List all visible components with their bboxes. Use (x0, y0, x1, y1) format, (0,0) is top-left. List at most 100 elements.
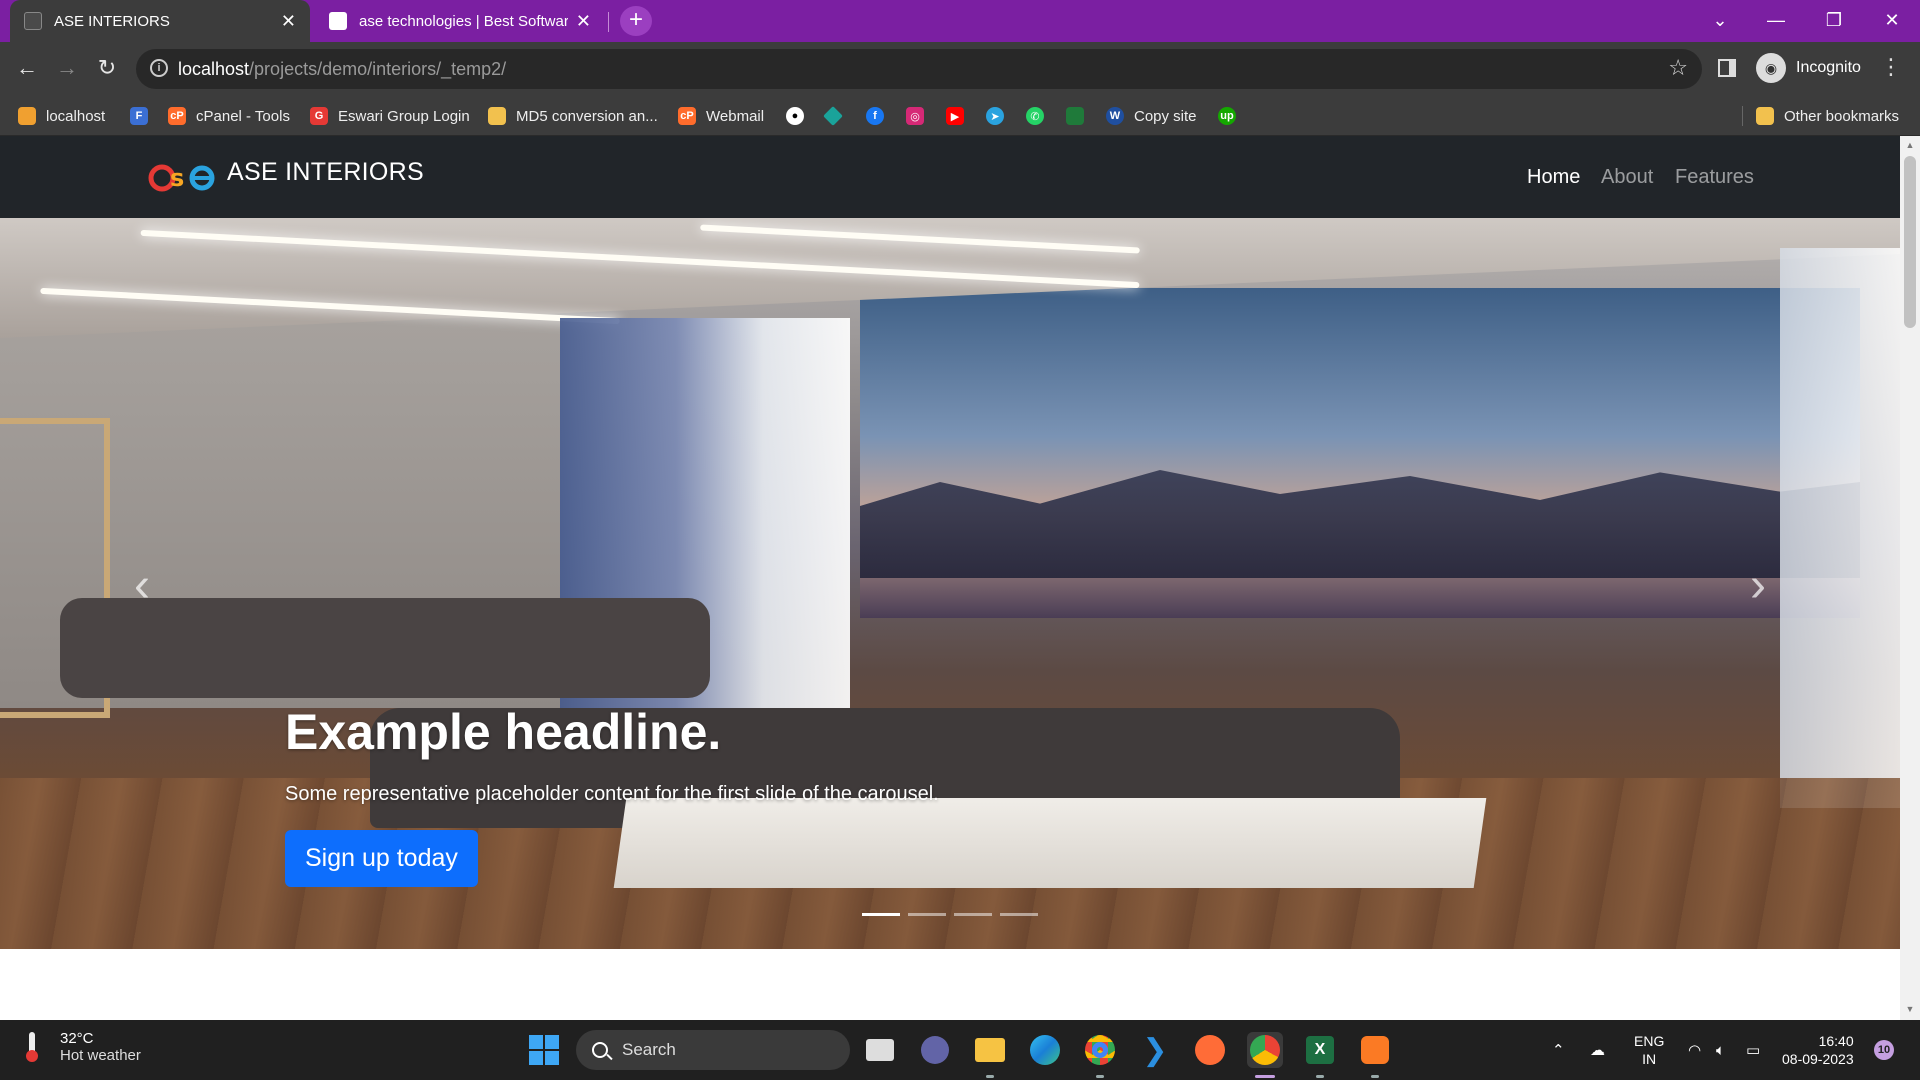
restore-button[interactable]: ❐ (1806, 0, 1862, 42)
scroll-down-icon[interactable]: ▼ (1904, 1004, 1916, 1016)
postman-icon[interactable] (1192, 1032, 1228, 1068)
scrollbar-thumb[interactable] (1904, 156, 1916, 328)
sign-up-button[interactable]: Sign up today (285, 830, 478, 887)
bookmark-label: Copy site (1134, 107, 1197, 125)
reload-button[interactable]: ↻ (90, 52, 124, 86)
excel-icon[interactable]: X (1302, 1032, 1338, 1068)
bookmark-sheet[interactable] (1066, 104, 1094, 128)
new-tab-button[interactable]: + (620, 6, 652, 36)
volume-icon[interactable]: 🔈︎ (1716, 1020, 1725, 1080)
chrome-icon[interactable] (1082, 1032, 1118, 1068)
file-explorer-icon[interactable] (972, 1032, 1008, 1068)
tab-title: ASE INTERIORS (54, 12, 170, 30)
other-bookmarks[interactable]: Other bookmarks (1756, 104, 1899, 128)
carousel-text: Some representative placeholder content … (285, 783, 939, 805)
carousel-prev-button[interactable]: ‹ (122, 558, 162, 618)
close-tab-icon[interactable]: ✕ (281, 11, 296, 32)
weather-temp: 32°C (60, 1030, 94, 1047)
site-navbar: s ASE INTERIORS Home About Features (0, 136, 1900, 218)
nav-about-link[interactable]: About (1601, 166, 1653, 189)
bookmark-upwork[interactable]: up (1218, 104, 1246, 128)
bookmark-localhost[interactable]: localhost (18, 104, 105, 128)
address-bar[interactable]: i localhost/projects/demo/interiors/_tem… (136, 49, 1702, 89)
incognito-profile-button[interactable]: ◉ Incognito (1752, 48, 1875, 88)
thermometer-icon (24, 1032, 40, 1062)
browser-menu-icon[interactable]: ⋮ (1880, 54, 1902, 80)
ase-tech-favicon-icon (329, 12, 347, 30)
bookmark-cpanel[interactable]: cP cPanel - Tools (168, 104, 290, 128)
diamond-icon (823, 106, 843, 126)
edge-icon[interactable] (1027, 1032, 1063, 1068)
show-hidden-icons[interactable]: ⌃ (1552, 1020, 1565, 1080)
folder-icon (1756, 107, 1774, 125)
battery-icon[interactable]: ▭ (1746, 1020, 1760, 1080)
facebook-icon: f (866, 107, 884, 125)
carousel-indicator-4[interactable] (1000, 913, 1038, 916)
incognito-label: Incognito (1796, 59, 1861, 76)
tab-search-icon[interactable]: ⌄ (1692, 0, 1748, 42)
vscode-icon[interactable]: ❯ (1137, 1032, 1173, 1068)
teams-icon[interactable] (917, 1032, 953, 1068)
notification-badge[interactable]: 10 (1874, 1040, 1894, 1060)
bookmark-f[interactable]: F (130, 104, 158, 128)
bookmark-whatsapp[interactable]: ✆ (1026, 104, 1054, 128)
tab-ase-interiors[interactable]: ASE INTERIORS ✕ (10, 0, 310, 42)
bookmark-label: Webmail (706, 107, 765, 125)
language-indicator[interactable]: ENG IN (1634, 1032, 1664, 1068)
carousel-next-button[interactable]: › (1738, 558, 1778, 618)
carousel-indicator-2[interactable] (908, 913, 946, 916)
tab-title: ase technologies | Best Software (359, 12, 568, 30)
bookmark-webmail[interactable]: cP Webmail (678, 104, 764, 128)
site-info-icon[interactable]: i (150, 59, 168, 77)
lang-top: ENG (1634, 1033, 1665, 1049)
side-panel-icon[interactable] (1718, 59, 1736, 77)
site-brand[interactable]: ASE INTERIORS (227, 158, 424, 187)
page-scrollbar[interactable]: ▲ ▼ (1900, 136, 1920, 1020)
tab-strip: ASE INTERIORS ✕ ase technologies | Best … (0, 0, 1920, 42)
bookmarks-divider (1742, 106, 1743, 126)
bookmark-md5[interactable]: MD5 conversion an... (488, 104, 658, 128)
bookmark-instagram[interactable]: ◎ (906, 104, 934, 128)
running-indicator (1316, 1075, 1324, 1078)
bookmark-youtube[interactable]: ▶ (946, 104, 974, 128)
nav-features-link[interactable]: Features (1675, 166, 1754, 189)
browser-toolbar: ← → ↻ i localhost/projects/demo/interior… (0, 42, 1920, 96)
ase-favicon-icon (24, 12, 42, 30)
wifi-icon[interactable]: ◠ (1688, 1020, 1701, 1080)
github-icon: ● (786, 107, 804, 125)
system-clock[interactable]: 16:40 08-09-2023 (1782, 1032, 1854, 1068)
ase-logo-icon[interactable]: s (148, 156, 216, 194)
telegram-icon: ➤ (986, 107, 1004, 125)
youtube-icon: ▶ (946, 107, 964, 125)
bookmark-telegram[interactable]: ➤ (986, 104, 1014, 128)
bookmark-copy-site[interactable]: W Copy site (1106, 104, 1197, 128)
task-view-icon[interactable] (862, 1032, 898, 1068)
forward-button[interactable]: → (50, 52, 84, 86)
close-window-button[interactable]: ✕ (1864, 0, 1920, 42)
carousel-indicator-3[interactable] (954, 913, 992, 916)
taskbar-search[interactable]: Search (576, 1030, 850, 1070)
running-indicator (1096, 1075, 1104, 1078)
weather-widget[interactable]: 32°C Hot weather (24, 1030, 141, 1064)
url-text[interactable]: localhost/projects/demo/interiors/_temp2… (178, 59, 506, 80)
tab-ase-technologies[interactable]: ase technologies | Best Software ✕ (315, 0, 605, 42)
instagram-icon: ◎ (906, 107, 924, 125)
scroll-up-icon[interactable]: ▲ (1904, 140, 1916, 152)
back-button[interactable]: ← (10, 52, 44, 86)
xampp-icon[interactable] (1357, 1032, 1393, 1068)
taskbar-search-label: Search (622, 1040, 676, 1059)
bookmark-eswari[interactable]: G Eswari Group Login (310, 104, 470, 128)
close-tab-icon[interactable]: ✕ (576, 11, 591, 32)
bookmark-diamond[interactable] (823, 104, 850, 128)
nav-home-link[interactable]: Home (1527, 166, 1580, 189)
carousel-indicator-1[interactable] (862, 913, 900, 916)
svg-text:s: s (170, 164, 184, 192)
start-button[interactable] (526, 1032, 562, 1068)
bookmark-star-icon[interactable]: ☆ (1668, 55, 1688, 81)
bookmark-facebook[interactable]: f (866, 104, 894, 128)
bookmark-github[interactable]: ● (786, 104, 814, 128)
tab-separator (608, 12, 609, 32)
minimize-button[interactable]: — (1748, 0, 1804, 42)
onedrive-icon[interactable]: ☁ (1590, 1020, 1605, 1080)
chrome-active-icon[interactable] (1247, 1032, 1283, 1068)
